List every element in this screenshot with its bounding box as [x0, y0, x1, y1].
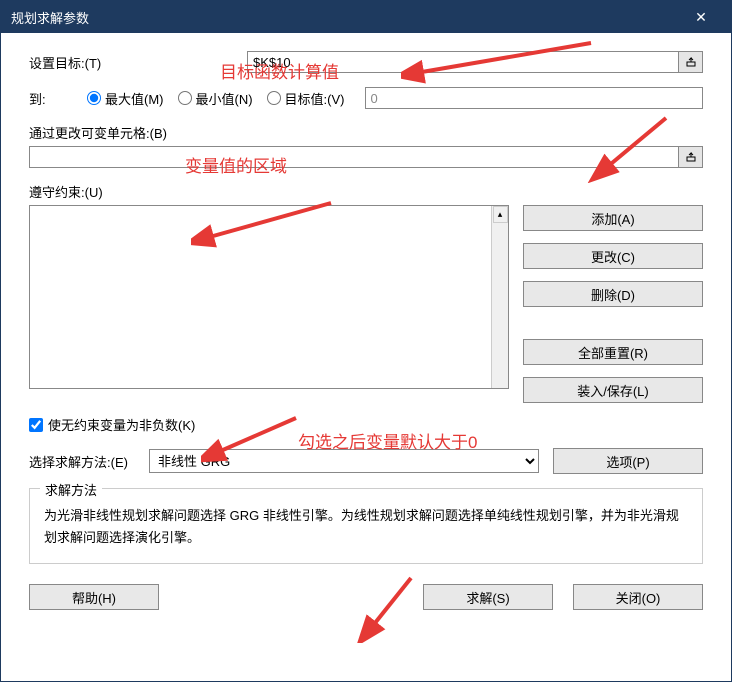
solver-dialog: 规划求解参数 ✕ 目标函数计算值 变量值的区域 勾选之后变量默认大于0 设置目标… [0, 0, 732, 682]
ref-picker-icon[interactable] [679, 51, 703, 73]
constraint-buttons: 添加(A) 更改(C) 删除(D) 全部重置(R) 装入/保存(L) [523, 205, 703, 403]
method-groupbox: 求解方法 为光滑非线性规划求解问题选择 GRG 非线性引擎。为线性规划求解问题选… [29, 488, 703, 564]
close-button[interactable]: 关闭(O) [573, 584, 703, 610]
solve-button[interactable]: 求解(S) [423, 584, 553, 610]
label-method: 选择求解方法:(E) [29, 452, 149, 471]
radio-min[interactable]: 最小值(N) [178, 89, 253, 108]
label-changing: 通过更改可变单元格:(B) [29, 123, 703, 142]
target-value-input[interactable] [365, 87, 704, 109]
label-to: 到: [29, 89, 87, 108]
load-save-button[interactable]: 装入/保存(L) [523, 377, 703, 403]
nonneg-checkbox[interactable]: 使无约束变量为非负数(K) [29, 415, 195, 434]
close-icon[interactable]: ✕ [681, 1, 721, 33]
radio-valueof[interactable]: 目标值:(V) [267, 89, 345, 108]
scrollbar[interactable]: ▴ [491, 206, 508, 388]
row-changing [29, 146, 703, 168]
row-nonneg: 使无约束变量为非负数(K) [29, 415, 703, 434]
help-button[interactable]: 帮助(H) [29, 584, 159, 610]
row-to: 到: 最大值(M) 最小值(N) 目标值:(V) [29, 87, 703, 109]
label-constraints: 遵守约束:(U) [29, 182, 703, 201]
constraints-area: ▴ 添加(A) 更改(C) 删除(D) 全部重置(R) 装入/保存(L) [29, 205, 703, 403]
reset-all-button[interactable]: 全部重置(R) [523, 339, 703, 365]
row-method: 选择求解方法:(E) 非线性 GRG 选项(P) [29, 448, 703, 474]
radio-group-to: 最大值(M) 最小值(N) 目标值:(V) [87, 89, 345, 108]
add-button[interactable]: 添加(A) [523, 205, 703, 231]
ref-picker-icon[interactable] [679, 146, 703, 168]
constraints-listbox[interactable]: ▴ [29, 205, 509, 389]
window-title: 规划求解参数 [11, 8, 89, 27]
groupbox-text: 为光滑非线性规划求解问题选择 GRG 非线性引擎。为线性规划求解问题选择单纯线性… [44, 499, 688, 549]
dialog-content: 目标函数计算值 变量值的区域 勾选之后变量默认大于0 设置目标:(T) 到: 最… [1, 33, 731, 681]
options-button[interactable]: 选项(P) [553, 448, 703, 474]
delete-button[interactable]: 删除(D) [523, 281, 703, 307]
radio-max[interactable]: 最大值(M) [87, 89, 164, 108]
scroll-up-icon[interactable]: ▴ [493, 206, 508, 223]
method-select[interactable]: 非线性 GRG [149, 449, 539, 473]
change-button[interactable]: 更改(C) [523, 243, 703, 269]
objective-input[interactable] [247, 51, 679, 73]
row-objective: 设置目标:(T) [29, 51, 703, 73]
titlebar: 规划求解参数 ✕ [1, 1, 731, 33]
objective-ref-input [247, 51, 703, 73]
groupbox-title: 求解方法 [40, 480, 102, 499]
footer: 帮助(H) 求解(S) 关闭(O) [29, 584, 703, 610]
changing-input[interactable] [29, 146, 679, 168]
label-objective: 设置目标:(T) [29, 53, 117, 72]
